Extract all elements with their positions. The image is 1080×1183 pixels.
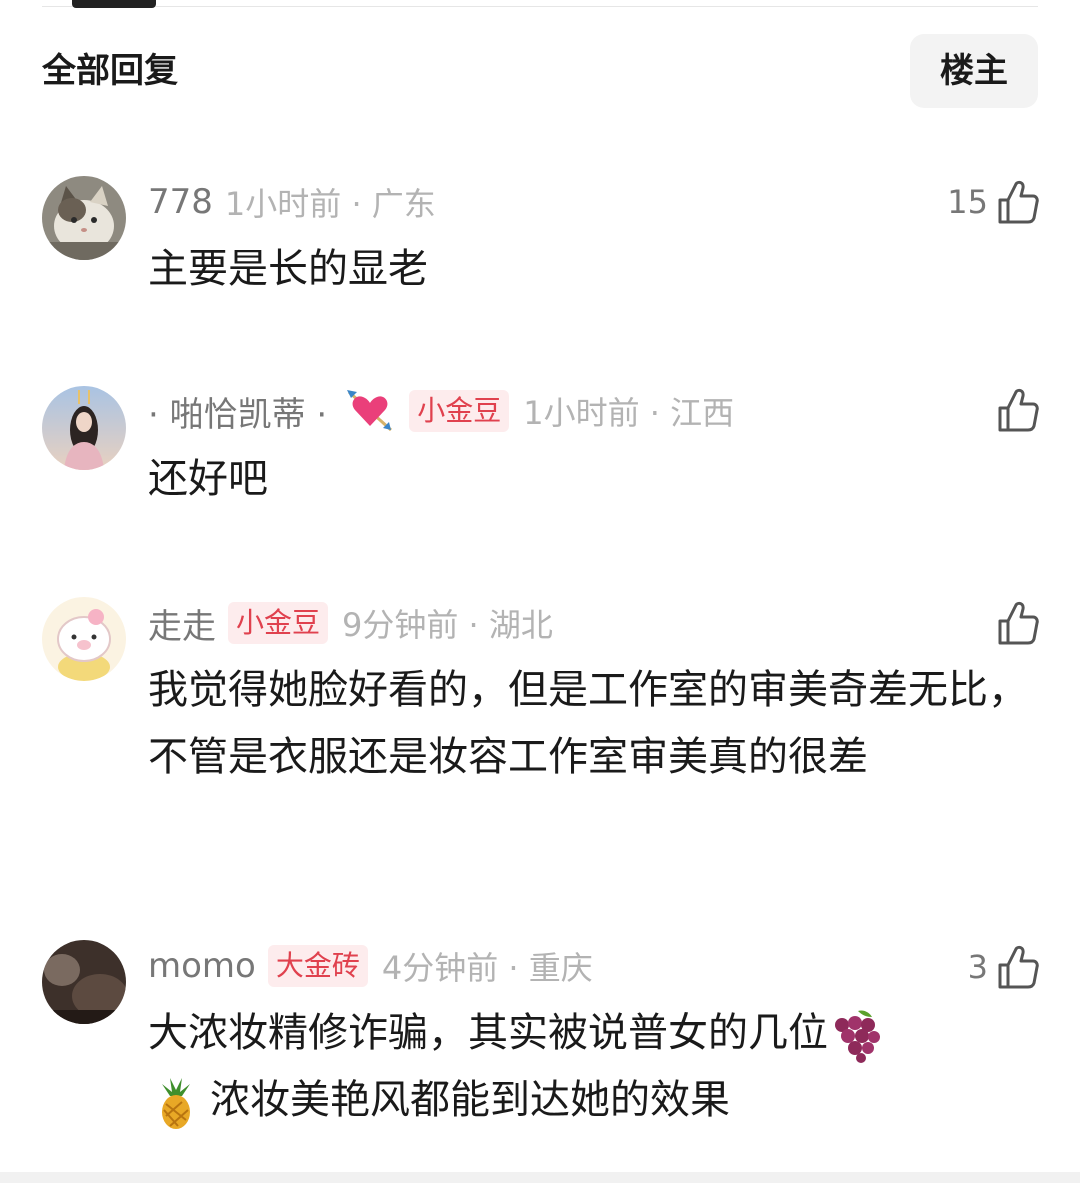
tab-indicator — [72, 0, 156, 8]
time-location: 1小时前 · 江西 — [523, 394, 735, 432]
time-location: 9分钟前 · 湖北 — [342, 606, 553, 644]
pineapple-icon — [162, 1078, 190, 1129]
girl-avatar[interactable] — [42, 386, 126, 470]
username[interactable]: 走走 — [148, 599, 216, 648]
comment-text-part2: 浓妆美艳风都能到达她的效果 — [210, 1077, 730, 1123]
thumbs-up-icon — [998, 180, 1039, 224]
thumbs-up-icon — [998, 945, 1039, 989]
comment-text: 主要是长的显老 — [148, 246, 428, 292]
username[interactable]: · 啪恰凯蒂 · — [148, 387, 327, 436]
comment-meta: · 啪恰凯蒂 · 小金豆 1小时前 · 江西 — [148, 386, 734, 436]
thumbs-up-icon — [998, 388, 1039, 432]
comment-text: 还好吧 — [148, 456, 268, 502]
like-button[interactable] — [996, 380, 1040, 440]
piggy-avatar[interactable] — [42, 597, 126, 681]
op-only-filter-button[interactable]: 楼主 — [910, 34, 1038, 108]
like-count: 15 — [947, 183, 988, 221]
like-button[interactable] — [996, 593, 1040, 653]
thumbs-up-icon — [998, 601, 1039, 645]
comment-meta: 778 1小时前 · 广东 — [148, 177, 436, 227]
badge: 大金砖 — [267, 945, 368, 987]
badge: 小金豆 — [409, 390, 510, 432]
top-divider — [42, 6, 1038, 7]
cat-avatar[interactable] — [42, 176, 126, 260]
time-location: 1小时前 · 广东 — [224, 185, 436, 223]
comment-text-part1: 大浓妆精修诈骗，其实被说普女的几位 — [148, 1010, 828, 1056]
username[interactable]: momo — [148, 946, 256, 986]
like-button[interactable]: 3 — [968, 937, 1040, 997]
comment-text: 大浓妆精修诈骗，其实被说普女的几位 浓妆美艳风都能到达她的效果 — [148, 1000, 1028, 1134]
bottom-bar — [0, 1172, 1080, 1183]
dark-avatar[interactable] — [42, 940, 126, 1024]
like-count: 3 — [967, 948, 988, 986]
all-replies-title: 全部回复 — [42, 51, 178, 91]
comment-meta: momo 大金砖 4分钟前 · 重庆 — [148, 941, 593, 991]
comment-text: 我觉得她脸好看的，但是工作室的审美奇差无比，不管是衣服还是妆容工作室审美真的很差 — [148, 667, 1028, 780]
comment-meta: 走走 小金豆 9分钟前 · 湖北 — [148, 598, 553, 648]
heart-arrow-icon — [347, 390, 393, 432]
username[interactable]: 778 — [148, 182, 213, 222]
grapes-icon — [835, 1010, 880, 1063]
time-location: 4分钟前 · 重庆 — [381, 949, 593, 987]
badge: 小金豆 — [228, 602, 329, 644]
like-button[interactable]: 15 — [947, 172, 1040, 232]
